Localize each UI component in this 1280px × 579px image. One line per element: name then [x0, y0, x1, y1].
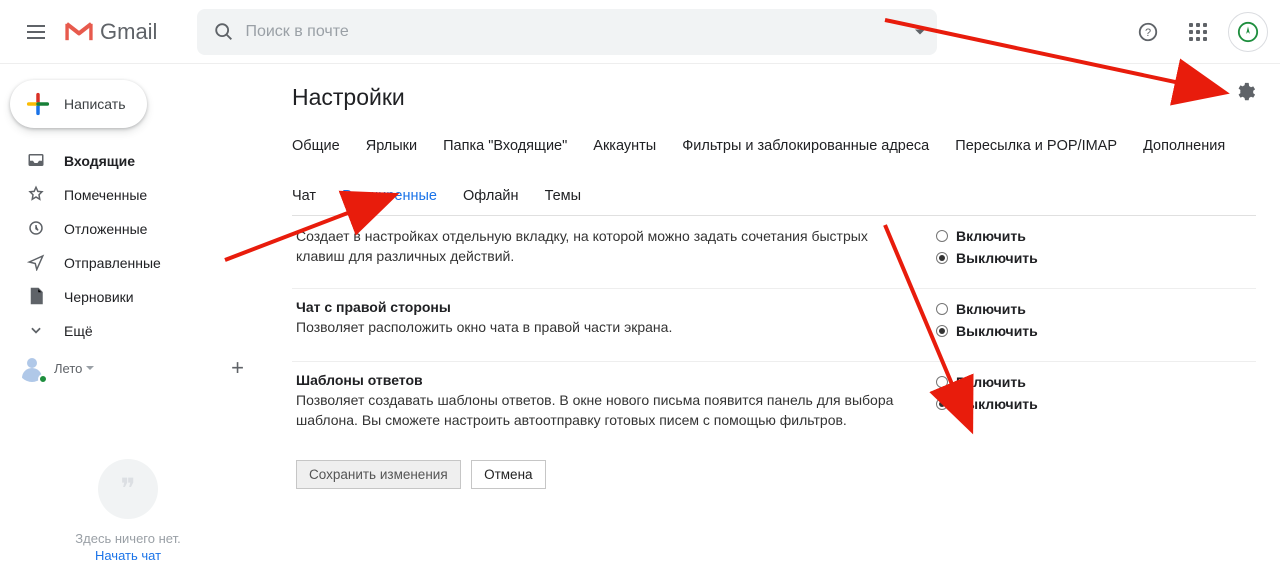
settings-actions: Сохранить изменения Отмена	[292, 446, 1256, 489]
settings-tabs-row2: Чат Расширенные Офлайн Темы	[292, 181, 1256, 211]
setting-right-side-chat: Чат с правой стороны Позволяет расположи…	[292, 289, 1256, 362]
gmail-m-icon	[64, 21, 94, 43]
save-button[interactable]: Сохранить изменения	[296, 460, 461, 489]
setting-desc: Создает в настройках отдельную вкладку, …	[296, 226, 916, 266]
hangouts-user-row[interactable]: Лето +	[6, 348, 256, 382]
search-input[interactable]	[243, 22, 929, 42]
setting-title: Шаблоны ответов	[296, 372, 916, 388]
search-icon	[213, 21, 235, 43]
page-title: Настройки	[292, 84, 405, 111]
hangouts-empty-text: Здесь ничего нет.	[12, 531, 244, 546]
caret-down-icon	[86, 366, 94, 370]
radio-enable[interactable]: Включить	[936, 301, 1038, 317]
gmail-logo[interactable]: Gmail	[64, 19, 157, 45]
setting-desc: Позволяет расположить окно чата в правой…	[296, 317, 916, 337]
tab-general[interactable]: Общие	[292, 138, 340, 154]
sidebar-item-starred[interactable]: Помеченные	[6, 178, 256, 212]
inbox-icon	[26, 151, 46, 172]
product-name: Gmail	[100, 19, 157, 45]
radio-enable[interactable]: Включить	[936, 374, 1038, 390]
tab-offline[interactable]: Офлайн	[463, 188, 519, 204]
tab-themes[interactable]: Темы	[545, 188, 582, 204]
sidebar-label: Отложенные	[64, 221, 147, 237]
settings-gear-button[interactable]	[1234, 81, 1256, 108]
tab-filters[interactable]: Фильтры и заблокированные адреса	[682, 138, 929, 154]
compose-label: Написать	[64, 96, 125, 112]
clock-icon	[26, 219, 46, 240]
tab-addons[interactable]: Дополнения	[1143, 138, 1225, 154]
radio-disable[interactable]: Выключить	[936, 323, 1038, 339]
draft-icon	[26, 287, 46, 308]
sidebar-label: Отправленные	[64, 255, 161, 271]
hangouts-panel: ❞ Здесь ничего нет. Начать чат	[0, 385, 256, 579]
tab-labels[interactable]: Ярлыки	[366, 138, 417, 154]
star-icon	[26, 185, 46, 206]
compose-button[interactable]: Написать	[10, 80, 147, 128]
setting-title: Чат с правой стороны	[296, 299, 916, 315]
setting-templates: Шаблоны ответов Позволяет создавать шабл…	[292, 362, 1256, 446]
google-apps-button[interactable]	[1178, 12, 1218, 52]
search-bar[interactable]	[197, 9, 937, 55]
sidebar-item-drafts[interactable]: Черновики	[6, 280, 256, 314]
cancel-button[interactable]: Отмена	[471, 460, 545, 489]
sidebar-label: Помеченные	[64, 187, 147, 203]
app-header: Gmail ?	[0, 0, 1280, 64]
tab-chat[interactable]: Чат	[292, 188, 316, 204]
chevron-down-icon	[26, 323, 46, 340]
send-icon	[26, 253, 46, 274]
tab-inbox[interactable]: Папка "Входящие"	[443, 138, 567, 154]
tab-accounts[interactable]: Аккаунты	[593, 138, 656, 154]
sidebar-label: Черновики	[64, 289, 134, 305]
search-options-caret[interactable]	[915, 29, 925, 34]
settings-tabs-row1: Общие Ярлыки Папка "Входящие" Аккаунты Ф…	[292, 131, 1256, 161]
plus-icon	[24, 90, 52, 118]
settings-pane: Настройки Общие Ярлыки Папка "Входящие" …	[272, 64, 1272, 579]
setting-desc: Позволяет создавать шаблоны ответов. В о…	[296, 390, 916, 430]
svg-text:?: ?	[1145, 27, 1151, 39]
hangouts-empty-icon: ❞	[98, 459, 158, 519]
gear-icon	[1234, 81, 1256, 103]
apps-grid-icon	[1189, 23, 1207, 41]
help-icon: ?	[1137, 21, 1159, 43]
account-button[interactable]	[1228, 12, 1268, 52]
sidebar-label: Входящие	[64, 153, 135, 169]
setting-custom-shortcuts: Создает в настройках отдельную вкладку, …	[292, 216, 1256, 289]
radio-disable[interactable]: Выключить	[936, 396, 1038, 412]
tab-advanced[interactable]: Расширенные	[342, 188, 437, 204]
main-menu-button[interactable]	[12, 8, 60, 56]
hangouts-user-name: Лето	[54, 361, 82, 376]
sidebar-item-sent[interactable]: Отправленные	[6, 246, 256, 280]
presence-dot	[38, 374, 48, 384]
tab-pop[interactable]: Пересылка и POP/IMAP	[955, 138, 1117, 154]
radio-enable[interactable]: Включить	[936, 228, 1038, 244]
new-chat-button[interactable]: +	[231, 357, 244, 379]
hangouts-start-link[interactable]: Начать чат	[12, 548, 244, 563]
sidebar-item-more[interactable]: Ещё	[6, 314, 256, 348]
sidebar-label: Ещё	[64, 323, 93, 339]
sidebar-item-inbox[interactable]: Входящие	[6, 144, 256, 178]
radio-disable[interactable]: Выключить	[936, 250, 1038, 266]
avatar	[18, 354, 46, 382]
sidebar-item-snoozed[interactable]: Отложенные	[6, 212, 256, 246]
help-button[interactable]: ?	[1128, 12, 1168, 52]
account-avatar-icon	[1237, 21, 1259, 43]
sidebar: Написать Входящие Помеченные Отложенные …	[0, 64, 256, 579]
